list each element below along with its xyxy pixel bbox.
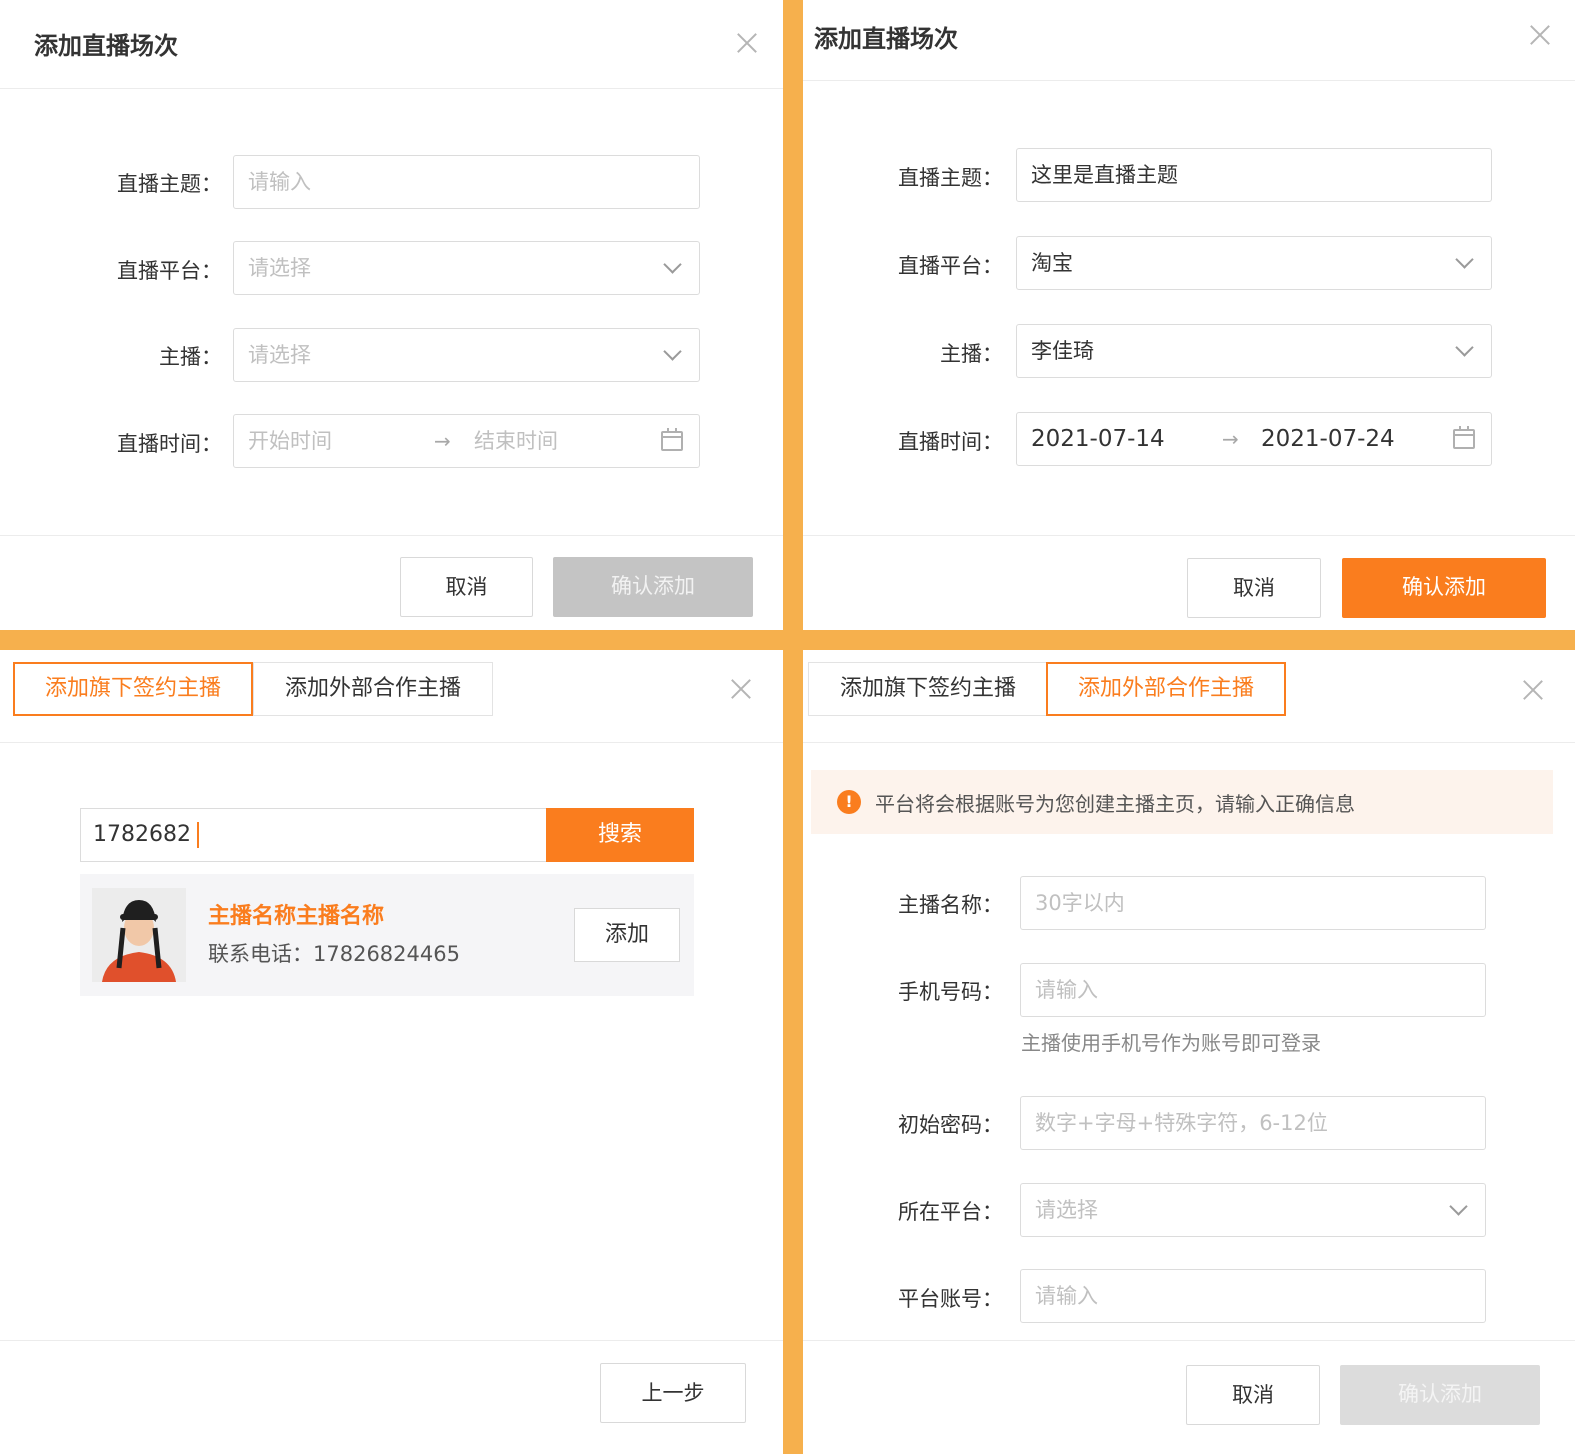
time-label: 直播时间： (898, 430, 1003, 454)
start-time-placeholder[interactable]: 开始时间 (248, 429, 332, 453)
password-label: 初始密码： (898, 1113, 1003, 1137)
close-icon[interactable] (1522, 679, 1544, 701)
header-divider (803, 742, 1575, 743)
anchor-label: 主播： (940, 342, 1003, 366)
add-anchor-button[interactable]: 添加 (574, 908, 680, 962)
time-range-picker[interactable]: 开始时间 → 结束时间 (233, 414, 700, 468)
platform-label: 直播平台： (117, 259, 222, 283)
tab-external-anchor[interactable]: 添加外部合作主播 (1046, 662, 1286, 716)
phone-placeholder: 请输入 (1035, 978, 1098, 1002)
header-divider (803, 80, 1575, 81)
add-live-session-dialog-filled: 添加直播场次 直播主题： 这里是直播主题 直播平台： 淘宝 主播： 李佳琦 直播… (803, 0, 1575, 630)
account-label: 平台账号： (898, 1287, 1003, 1311)
confirm-add-button[interactable]: 确认添加 (553, 557, 753, 617)
time-range-picker[interactable]: 2021-07-14 → 2021-07-24 (1016, 412, 1492, 466)
add-live-session-dialog-empty: 添加直播场次 直播主题： 请输入 直播平台： 请选择 主播： 请选择 直播时间：… (0, 0, 783, 630)
confirm-add-button[interactable]: 确认添加 (1340, 1365, 1540, 1425)
chevron-down-icon (1455, 250, 1474, 269)
notice-text: 平台将会根据账号为您创建主播主页，请输入正确信息 (875, 792, 1355, 816)
time-label: 直播时间： (117, 432, 222, 456)
anchor-label: 主播： (159, 345, 222, 369)
end-time-placeholder[interactable]: 结束时间 (474, 415, 558, 467)
account-input[interactable]: 请输入 (1020, 1269, 1486, 1323)
platform-select[interactable]: 请选择 (1020, 1183, 1486, 1237)
range-arrow-icon: → (434, 429, 451, 453)
platform-label: 直播平台： (898, 254, 1003, 278)
anchor-select[interactable]: 请选择 (233, 328, 700, 382)
cancel-button[interactable]: 取消 (400, 557, 533, 617)
topic-input[interactable]: 请输入 (233, 155, 700, 209)
search-value: 1782682 (93, 822, 191, 847)
password-placeholder: 数字+字母+特殊字符，6-12位 (1035, 1111, 1328, 1135)
chevron-down-icon (1449, 1197, 1468, 1216)
cancel-button[interactable]: 取消 (1187, 558, 1321, 618)
add-external-anchor-dialog: 添加旗下签约主播 添加外部合作主播 ! 平台将会根据账号为您创建主播主页，请输入… (803, 650, 1575, 1454)
name-placeholder: 30字以内 (1035, 891, 1125, 915)
password-input[interactable]: 数字+字母+特殊字符，6-12位 (1020, 1096, 1486, 1150)
platform-label: 所在平台： (898, 1200, 1003, 1224)
header-divider (0, 88, 783, 89)
dialog-title: 添加直播场次 (814, 25, 958, 53)
header-divider (0, 742, 783, 743)
confirm-add-button[interactable]: 确认添加 (1342, 558, 1546, 618)
anchor-name: 主播名称主播名称 (208, 904, 385, 929)
cancel-button[interactable]: 取消 (1186, 1365, 1320, 1425)
info-notice: ! 平台将会根据账号为您创建主播主页，请输入正确信息 (811, 770, 1553, 834)
start-time-value[interactable]: 2021-07-14 (1031, 426, 1165, 452)
topic-value: 这里是直播主题 (1031, 163, 1178, 187)
footer-divider (803, 1340, 1575, 1341)
platform-placeholder: 请选择 (248, 256, 311, 280)
anchor-value: 李佳琦 (1031, 339, 1094, 363)
topic-label: 直播主题： (898, 166, 1003, 190)
chevron-down-icon (663, 342, 682, 361)
phone-input[interactable]: 请输入 (1020, 963, 1486, 1017)
close-icon[interactable] (730, 678, 752, 700)
platform-select[interactable]: 淘宝 (1016, 236, 1492, 290)
footer-divider (0, 1340, 783, 1341)
calendar-icon (1453, 426, 1475, 449)
calendar-icon (661, 428, 683, 451)
anchor-select[interactable]: 李佳琦 (1016, 324, 1492, 378)
tab-signed-anchor[interactable]: 添加旗下签约主播 (13, 662, 253, 716)
info-icon: ! (837, 790, 861, 814)
name-label: 主播名称： (898, 893, 1003, 917)
account-placeholder: 请输入 (1035, 1284, 1098, 1308)
platform-placeholder: 请选择 (1035, 1198, 1098, 1222)
footer-divider (803, 535, 1575, 536)
close-icon[interactable] (736, 32, 758, 54)
topic-placeholder: 请输入 (248, 170, 311, 194)
previous-step-button[interactable]: 上一步 (600, 1363, 746, 1423)
range-arrow-icon: → (1222, 427, 1239, 451)
phone-label: 手机号码： (898, 980, 1003, 1004)
tab-external-anchor[interactable]: 添加外部合作主播 (253, 662, 493, 716)
add-signed-anchor-dialog: 添加旗下签约主播 添加外部合作主播 1782682 搜索 主播名称主播名称 联系… (0, 650, 783, 1454)
tab-signed-anchor[interactable]: 添加旗下签约主播 (808, 662, 1048, 716)
search-input[interactable]: 1782682 (80, 808, 548, 862)
text-caret (196, 822, 199, 848)
chevron-down-icon (663, 255, 682, 274)
anchor-phone: 联系电话：17826824465 (208, 942, 460, 966)
dialog-title: 添加直播场次 (34, 32, 178, 60)
phone-hint: 主播使用手机号作为账号即可登录 (1021, 1031, 1321, 1055)
anchor-placeholder: 请选择 (248, 343, 311, 367)
topic-input[interactable]: 这里是直播主题 (1016, 148, 1492, 202)
avatar-image (92, 888, 186, 982)
end-time-value[interactable]: 2021-07-24 (1261, 413, 1395, 465)
chevron-down-icon (1455, 338, 1474, 357)
avatar (92, 888, 186, 982)
platform-select[interactable]: 请选择 (233, 241, 700, 295)
platform-value: 淘宝 (1031, 251, 1073, 275)
topic-label: 直播主题： (117, 172, 222, 196)
anchor-name-input[interactable]: 30字以内 (1020, 876, 1486, 930)
close-icon[interactable] (1529, 24, 1551, 46)
footer-divider (0, 535, 783, 536)
search-button[interactable]: 搜索 (546, 808, 694, 862)
